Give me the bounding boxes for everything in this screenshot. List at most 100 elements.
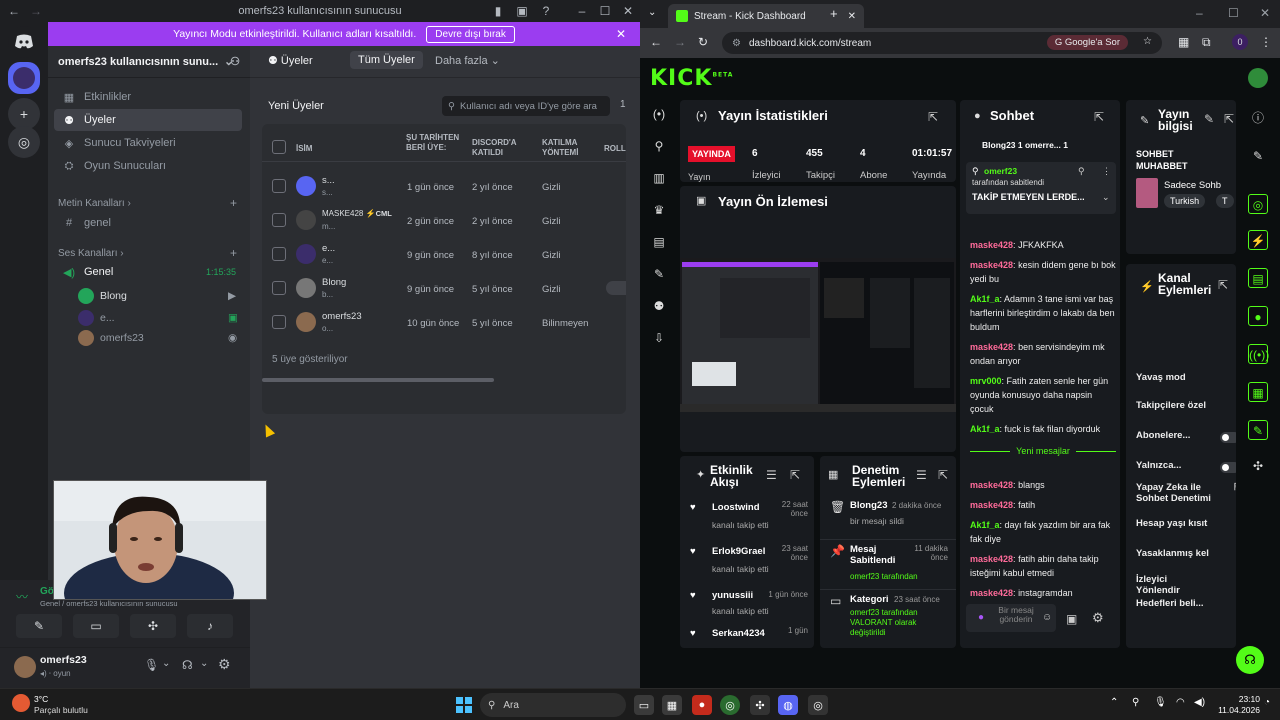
chat-username[interactable]: mrv000 — [970, 376, 1002, 386]
profile-avatar[interactable]: 0 — [1232, 34, 1248, 50]
popout-icon[interactable]: ⇱ — [1094, 110, 1104, 124]
app-icon[interactable]: ● — [692, 695, 712, 715]
extensions-puzzle-icon[interactable]: ⧉ — [1202, 35, 1211, 50]
popout-icon[interactable]: ⇱ — [1224, 112, 1234, 126]
microphone-icon[interactable]: 🎙 — [1154, 697, 1167, 708]
column-joined[interactable]: ŞU TARİHTEN BERİ ÜYE: — [406, 133, 460, 153]
gift-icon[interactable]: ▣ — [1066, 612, 1077, 626]
select-all-checkbox[interactable] — [272, 140, 286, 154]
broadcast-icon[interactable]: ((•)) — [1248, 344, 1269, 364]
clock-date[interactable]: 11.04.2026 — [1210, 705, 1260, 715]
chevron-down-icon[interactable]: ⌄ — [162, 658, 170, 669]
more-tools-icon[interactable]: ✣ — [1248, 456, 1268, 476]
horizontal-scrollbar[interactable] — [262, 378, 494, 382]
app-icon[interactable]: ◎ — [808, 695, 828, 715]
clock-time[interactable]: 23:10 — [1210, 694, 1260, 704]
chat-message[interactable]: mrv000: Fatih zaten senle her gün oyunda… — [970, 374, 1118, 416]
headphones-icon[interactable]: ☊ — [182, 658, 193, 672]
chat-username[interactable]: Ak1f_a — [970, 424, 1000, 434]
avatar[interactable] — [14, 656, 36, 678]
voice-user[interactable]: omerfs23 ◉ — [78, 330, 237, 346]
discord-taskbar-icon[interactable]: ◍ — [778, 695, 798, 715]
chat-username[interactable]: Ak1f_a — [970, 294, 1000, 304]
chat-username[interactable]: maske428 — [970, 588, 1013, 598]
app-icon[interactable]: ✣ — [750, 695, 770, 715]
text-category[interactable]: Metin Kanalları › — [58, 198, 131, 209]
poll-icon[interactable]: ▤ — [1248, 268, 1268, 288]
row-checkbox[interactable] — [272, 281, 286, 295]
channel-action-item[interactable]: Yasaklanmış kel› — [1136, 548, 1236, 559]
disable-streamer-mode-button[interactable]: Devre dışı bırak — [426, 25, 515, 43]
member-search-input[interactable]: ⚲ Kullanıcı adı veya ID'ye göre ara — [442, 96, 610, 116]
back-arrow-icon[interactable]: ← — [650, 35, 662, 49]
extension-icon[interactable]: ▦ — [1178, 35, 1189, 49]
column-discord[interactable]: DISCORD'A KATILDI — [472, 138, 522, 158]
channel-action-item[interactable]: Abonelere... — [1136, 430, 1236, 443]
stream-preview-video[interactable] — [680, 258, 956, 412]
chat-username[interactable]: maske428 — [970, 240, 1013, 250]
trophy-icon[interactable]: ♛ — [649, 200, 669, 220]
add-voice-channel-icon[interactable]: + — [230, 246, 237, 260]
chat-message[interactable]: maske428: ben servisindeyim mk ondan arı… — [970, 340, 1118, 368]
start-menu-icon[interactable] — [454, 695, 474, 715]
add-friend-icon[interactable]: ⚇ — [230, 55, 240, 68]
minimize-icon[interactable]: – — [1196, 6, 1203, 20]
maximize-icon[interactable]: ☐ — [597, 3, 613, 19]
tab-all-members[interactable]: Tüm Üyeler — [350, 51, 423, 69]
wifi-icon[interactable]: ◠ — [1176, 697, 1185, 708]
task-view-icon[interactable]: ▭ — [634, 695, 654, 715]
settings-gear-icon[interactable]: ⚙ — [218, 656, 231, 673]
voice-channel-genel[interactable]: ◀) Genel 1:15:35 — [54, 261, 242, 283]
analytics-icon[interactable]: ▥ — [649, 168, 669, 188]
raid-icon[interactable]: ⚡ — [1248, 230, 1268, 250]
notifications-icon[interactable]: ◔ — [1264, 697, 1270, 708]
popout-icon[interactable]: ⇱ — [928, 110, 938, 124]
chat-message[interactable]: maske428: fatih abin daha takip isteğimi… — [970, 552, 1118, 580]
chat-username[interactable]: maske428 — [970, 260, 1013, 270]
google-ask-button[interactable]: G Google'a Sor — [1046, 35, 1128, 50]
wrench-icon[interactable]: ✎ — [649, 264, 669, 284]
help-icon[interactable]: ? — [538, 3, 554, 19]
popout-icon[interactable]: ⇱ — [1218, 278, 1228, 292]
popout-icon[interactable]: ⇱ — [1234, 482, 1236, 493]
discord-home-icon[interactable] — [8, 26, 40, 58]
tab-more[interactable]: Daha fazla ⌄ — [435, 54, 500, 67]
table-row[interactable]: MASKE428 ⚡CML m... 2 gün önce 2 yıl önce Gi… — [262, 204, 626, 238]
chat-message[interactable]: Ak1f_a: fuck is fak filan diyorduk — [970, 422, 1118, 436]
channel-action-item[interactable]: Yapay Zeka ile Sohbet Denetimi ⇱ — [1136, 482, 1236, 504]
row-checkbox[interactable] — [272, 247, 286, 261]
new-tab-icon[interactable]: + — [830, 6, 838, 21]
taskbar-search[interactable]: ⚲ Ara — [480, 693, 626, 717]
close-window-icon[interactable]: ✕ — [620, 3, 636, 19]
popout-icon[interactable]: ⇱ — [938, 468, 948, 482]
support-chat-button[interactable]: ☊ — [1236, 646, 1264, 674]
chat-message[interactable]: Ak1f_a: Adamın 3 tane ismi var baş harfl… — [970, 292, 1118, 334]
chat-username[interactable]: maske428 — [970, 500, 1013, 510]
unpin-icon[interactable]: ⚲ — [1078, 166, 1085, 177]
soundboard-button[interactable]: ♪ — [187, 614, 233, 638]
channel-action-item[interactable]: İzleyici Yönlendir — [1136, 574, 1236, 596]
bookmark-star-icon[interactable]: ☆ — [1143, 36, 1152, 47]
edit-icon[interactable]: ✎ — [1204, 112, 1214, 126]
voice-category[interactable]: Ses Kanalları › — [58, 248, 124, 259]
chat-settings-icon[interactable]: ⚙ — [1092, 610, 1104, 626]
inbox-icon[interactable]: ▣ — [514, 3, 530, 19]
kick-logo[interactable]: KICKBETA — [650, 66, 733, 91]
activities-button[interactable]: ✣ — [130, 614, 176, 638]
camera-off-button[interactable]: ✎ — [16, 614, 62, 638]
toggle-switch[interactable] — [1220, 462, 1236, 473]
row-checkbox[interactable] — [272, 213, 286, 227]
link-icon[interactable]: ⚲ — [649, 136, 669, 156]
account-avatar[interactable] — [1248, 68, 1268, 88]
tray-chevron-icon[interactable]: ⌃ — [1110, 697, 1118, 708]
close-tab-icon[interactable]: ✕ — [848, 11, 856, 22]
channel-genel[interactable]: # genel — [54, 212, 242, 234]
chevron-down-icon[interactable]: ⌄ — [200, 658, 208, 669]
channel-action-item[interactable]: Takipçilere özel› — [1136, 400, 1236, 411]
row-checkbox[interactable] — [272, 315, 286, 329]
stream-nav-icon[interactable]: (•) — [649, 104, 669, 124]
video-icon[interactable]: ▤ — [649, 232, 669, 252]
table-row[interactable]: Blong b... 9 gün önce 5 yıl önce Gizli — [262, 272, 626, 306]
table-row[interactable]: omerfs23 o... 10 gün önce 5 yıl önce Bilinm… — [262, 306, 626, 340]
nav-boosts[interactable]: ◈ Sunucu Takviyeleri — [54, 132, 242, 154]
